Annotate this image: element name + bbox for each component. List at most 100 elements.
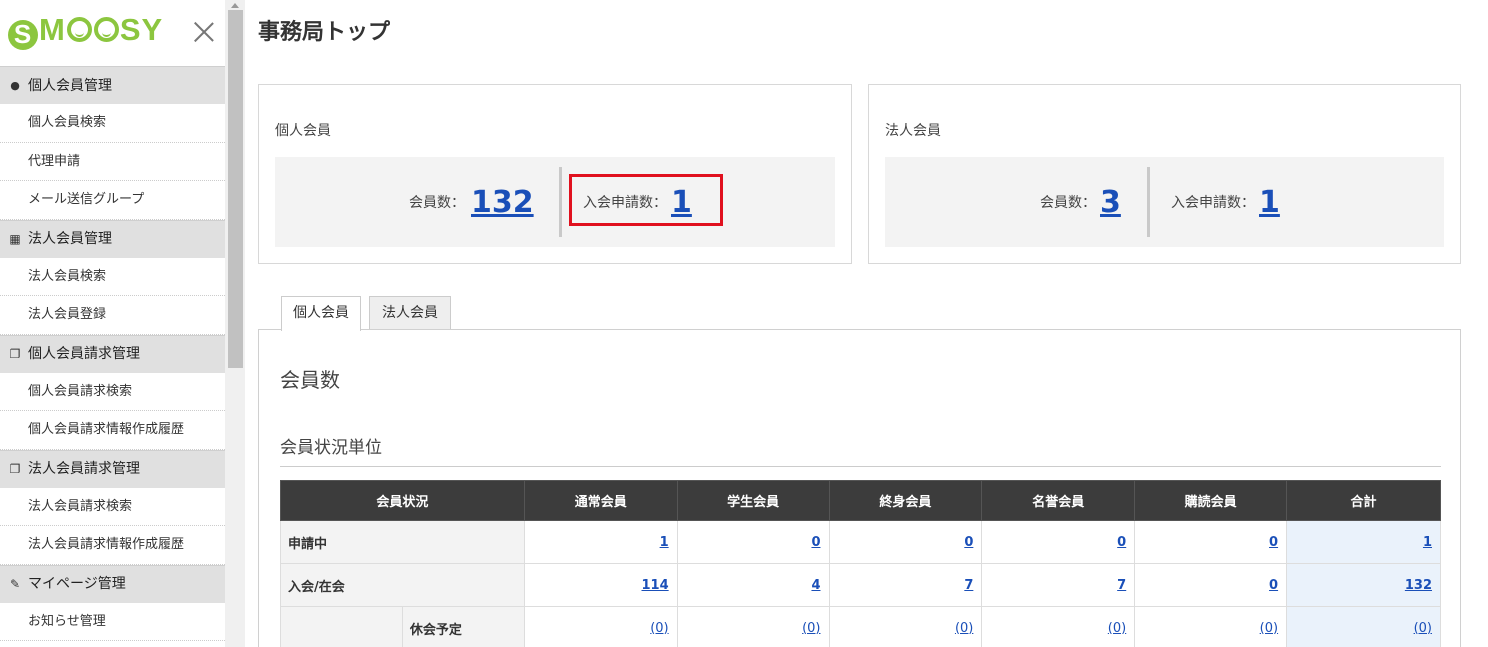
corporate-applications-link[interactable]: 1	[1259, 185, 1280, 220]
table-row: 入会/在会 114 4 7 7 0 132	[280, 563, 1441, 607]
column-header: 学生会員	[676, 480, 830, 521]
tab-corporate[interactable]: 法人会員	[369, 296, 451, 330]
table-row: 休会予定 (0) (0) (0) (0) (0) (0)	[280, 606, 1441, 647]
sidebar-section-3[interactable]: ❐ 法人会員請求管理	[0, 449, 225, 488]
sidebar-section-4[interactable]: ✎ マイページ管理	[0, 564, 225, 603]
individual-members-stat: 会員数： 132	[409, 157, 534, 247]
tab-individual[interactable]: 個人会員	[281, 296, 361, 331]
table-cell: 0	[1134, 563, 1288, 607]
corporate-summary-card: 法人会員 会員数： 3 入会申請数： 1	[868, 84, 1461, 264]
sidebar-section-label: 法人会員管理	[28, 231, 112, 247]
smoosy-logo[interactable]: S M SY	[8, 12, 163, 50]
count-link[interactable]: 4	[811, 578, 820, 593]
count-link[interactable]: (0)	[650, 621, 668, 636]
column-header: 通常会員	[523, 480, 678, 521]
count-link[interactable]: 1	[1423, 535, 1432, 550]
table-cell: 4	[676, 563, 830, 607]
individual-stat-box: 会員数： 132 入会申請数： 1	[275, 157, 835, 247]
table-cell: 1	[1286, 520, 1441, 564]
table-header-row: 会員状況 通常会員 学生会員 終身会員 名誉会員 購読会員 合計	[280, 480, 1441, 521]
corporate-members-link[interactable]: 3	[1100, 185, 1121, 220]
column-header: 名誉会員	[981, 480, 1136, 521]
count-link[interactable]: 7	[964, 578, 973, 593]
main-content: 事務局トップ 個人会員 会員数： 132 入会申請数： 1 法人会員 会員数： …	[245, 0, 1488, 647]
corporate-stat-box: 会員数： 3 入会申請数： 1	[885, 157, 1444, 247]
sidebar-section-label: 法人会員請求管理	[28, 461, 140, 477]
corporate-card-title: 法人会員	[885, 123, 941, 139]
table-cell: 114	[523, 563, 678, 607]
sidebar-item[interactable]: 法人会員登録	[0, 296, 225, 335]
individual-members-link[interactable]: 132	[471, 185, 534, 220]
sidebar-item[interactable]: 法人会員請求情報作成履歴	[0, 526, 225, 565]
count-link[interactable]: (0)	[955, 621, 973, 636]
count-link[interactable]: (0)	[1414, 621, 1432, 636]
count-link[interactable]: 1	[660, 535, 669, 550]
scroll-up-arrow-icon[interactable]	[231, 3, 239, 8]
sidebar-item[interactable]: お知らせ管理	[0, 602, 225, 641]
table-cell: 0	[1134, 520, 1288, 564]
building-icon: ▦	[9, 232, 21, 246]
panel-title: 会員数	[280, 368, 340, 392]
pencil-icon: ✎	[9, 577, 21, 591]
document-icon: ❐	[9, 347, 21, 361]
individual-members-label: 会員数：	[409, 195, 465, 211]
sidebar-section-0[interactable]: ● 個人会員管理	[0, 66, 225, 104]
table-cell: (0)	[523, 606, 678, 647]
close-sidebar-icon[interactable]	[193, 21, 215, 43]
count-link[interactable]: 132	[1405, 578, 1432, 593]
column-header: 購読会員	[1134, 480, 1288, 521]
count-link[interactable]: 7	[1117, 578, 1126, 593]
section-title: 会員状況単位	[280, 433, 1441, 467]
count-link[interactable]: (0)	[1260, 621, 1278, 636]
column-header: 合計	[1286, 480, 1441, 521]
sidebar-section-label: 個人会員請求管理	[28, 346, 140, 362]
table-cell: 132	[1286, 563, 1441, 607]
row-label-blank	[280, 606, 403, 647]
table-cell: (0)	[981, 606, 1136, 647]
sidebar-item[interactable]: 法人会員請求検索	[0, 487, 225, 526]
individual-card-title: 個人会員	[275, 123, 331, 139]
corporate-applications-label: 入会申請数：	[1171, 195, 1255, 211]
stat-divider	[1147, 167, 1150, 237]
page-title: 事務局トップ	[258, 20, 391, 45]
member-status-table: 会員状況 通常会員 学生会員 終身会員 名誉会員 購読会員 合計 申請中 1 0 0 0 0 1 入会/在…	[280, 480, 1441, 647]
sidebar-scrollbar-thumb[interactable]	[228, 10, 243, 368]
row-label: 申請中	[280, 520, 525, 564]
sidebar-item[interactable]: 代理申請	[0, 142, 225, 181]
table-cell: 7	[981, 563, 1136, 607]
app-root: S M SY ● 個人会員管理 個人会員検索 代理申請 メール送信グループ ▦ 法人会員管理 法人…	[0, 0, 1488, 647]
table-cell: (0)	[676, 606, 830, 647]
table-cell: (0)	[828, 606, 983, 647]
table-cell: 7	[828, 563, 983, 607]
count-link[interactable]: 0	[1269, 535, 1278, 550]
document-icon: ❐	[9, 462, 21, 476]
count-link[interactable]: 0	[811, 535, 820, 550]
sidebar-item[interactable]: 法人会員検索	[0, 257, 225, 296]
sidebar-item[interactable]: 個人会員検索	[0, 104, 225, 143]
sidebar-section-label: 個人会員管理	[28, 77, 112, 94]
count-link[interactable]: (0)	[802, 621, 820, 636]
count-link[interactable]: (0)	[1108, 621, 1126, 636]
corporate-applications-stat: 入会申請数： 1	[1171, 157, 1280, 247]
sidebar-item[interactable]: 個人会員請求情報作成履歴	[0, 411, 225, 450]
count-link[interactable]: 0	[1269, 578, 1278, 593]
sidebar-section-2[interactable]: ❐ 個人会員請求管理	[0, 334, 225, 373]
sidebar-nav: ● 個人会員管理 個人会員検索 代理申請 メール送信グループ ▦ 法人会員管理 法人会員検索法…	[0, 66, 225, 641]
members-panel: 会員数 会員状況単位 会員状況 通常会員 学生会員 終身会員 名誉会員 購読会員 合計 申請…	[258, 329, 1461, 647]
sidebar-section-1[interactable]: ▦ 法人会員管理	[0, 219, 225, 258]
count-link[interactable]: 0	[1117, 535, 1126, 550]
corporate-members-stat: 会員数： 3	[1040, 157, 1121, 247]
table-cell: 1	[523, 520, 678, 564]
stat-divider	[559, 167, 562, 237]
count-link[interactable]: 114	[642, 578, 669, 593]
table-row: 申請中 1 0 0 0 0 1	[280, 520, 1441, 564]
table-cell: 0	[676, 520, 830, 564]
sidebar-section-label: マイページ管理	[28, 576, 126, 592]
count-link[interactable]: 0	[964, 535, 973, 550]
table-cell: 0	[828, 520, 983, 564]
row-sublabel: 休会予定	[401, 606, 525, 647]
column-header: 会員状況	[280, 480, 525, 521]
sidebar-item[interactable]: 個人会員請求検索	[0, 372, 225, 411]
sidebar-item[interactable]: メール送信グループ	[0, 181, 225, 220]
corporate-members-label: 会員数：	[1040, 195, 1096, 211]
